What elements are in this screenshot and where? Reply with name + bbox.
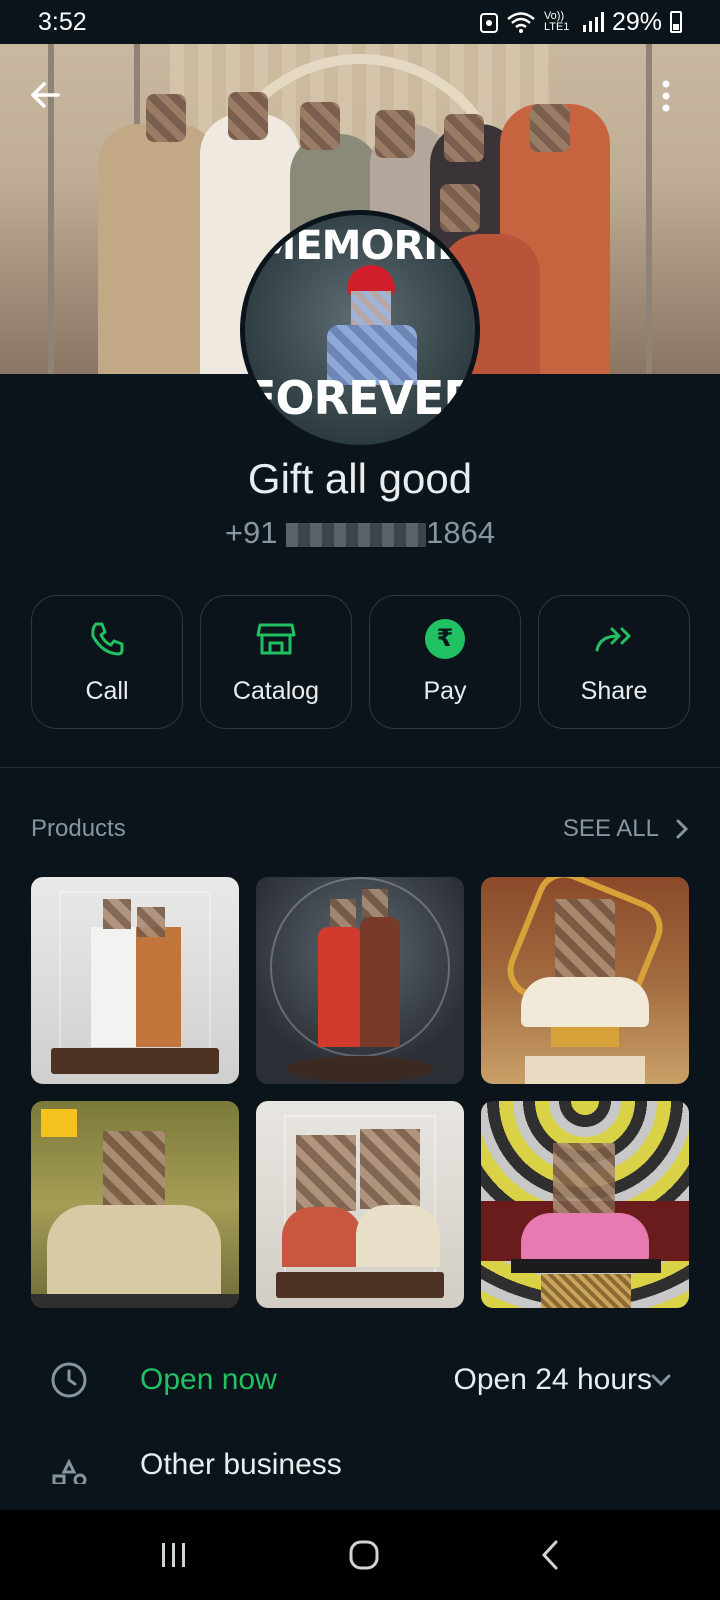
- network-label: Vo)) LTE1: [543, 10, 570, 33]
- action-buttons: Call Catalog ₹ Pay Share: [31, 595, 690, 729]
- business-hours-row[interactable]: Open now Open 24 hours: [50, 1352, 690, 1408]
- status-bar: 3:52 Vo)) LTE1 29%: [0, 0, 720, 44]
- rupee-icon: ₹: [425, 618, 465, 659]
- call-label: Call: [85, 676, 129, 705]
- phone-suffix: 1864: [426, 515, 496, 550]
- call-button[interactable]: Call: [31, 595, 183, 729]
- phone-prefix: +91: [224, 515, 278, 550]
- hours-schedule: Open 24 hours: [453, 1363, 652, 1396]
- chevron-down-icon[interactable]: [650, 1373, 672, 1387]
- products-title: Products: [31, 815, 126, 842]
- products-header: Products SEE ALL: [31, 815, 689, 843]
- share-label: Share: [580, 676, 648, 705]
- product-tile[interactable]: [31, 1101, 239, 1308]
- products-grid: [31, 877, 689, 1308]
- status-time: 3:52: [38, 7, 87, 36]
- battery-percent: 29%: [611, 7, 662, 36]
- profile-avatar[interactable]: MEMORIE FOREVER: [240, 210, 480, 450]
- product-tile[interactable]: [256, 877, 464, 1084]
- product-tile[interactable]: [481, 877, 689, 1084]
- avatar-top-text: MEMORIE: [256, 223, 465, 269]
- category-shapes-icon: [52, 1458, 87, 1484]
- business-category-row: Other business: [50, 1440, 690, 1490]
- business-name: Gift all good: [247, 455, 473, 502]
- store-icon: [256, 619, 296, 659]
- phone-number: +91 1864: [0, 515, 720, 551]
- catalog-button[interactable]: Catalog: [200, 595, 352, 729]
- back-icon[interactable]: [539, 1539, 561, 1571]
- share-arrow-icon: [594, 619, 634, 659]
- signal-icon: [582, 12, 604, 32]
- back-arrow-icon[interactable]: [28, 78, 62, 112]
- system-nav-bar: [0, 1510, 720, 1600]
- avatar-bottom-text: FOREVER: [245, 371, 478, 425]
- status-icons: Vo)) LTE1 29%: [479, 7, 682, 37]
- home-icon[interactable]: [348, 1539, 380, 1571]
- recent-apps-icon[interactable]: [159, 1541, 189, 1569]
- product-tile[interactable]: [256, 1101, 464, 1308]
- business-category: Other business: [140, 1448, 342, 1481]
- clock-icon: [51, 1362, 87, 1398]
- see-all-label: SEE ALL: [562, 815, 659, 842]
- chevron-right-icon: [676, 819, 689, 839]
- phone-icon: [88, 619, 126, 659]
- product-tile[interactable]: [481, 1101, 689, 1308]
- phone-redacted: [286, 522, 427, 547]
- more-options-icon[interactable]: [660, 80, 672, 112]
- battery-icon: [670, 11, 682, 33]
- catalog-label: Catalog: [232, 676, 320, 705]
- share-button[interactable]: Share: [538, 595, 690, 729]
- wifi-icon: [507, 12, 535, 33]
- security-icon: [479, 13, 498, 33]
- product-tile[interactable]: [31, 877, 239, 1084]
- section-divider: [0, 767, 720, 768]
- open-status: Open now: [140, 1363, 277, 1396]
- see-all-button[interactable]: SEE ALL: [563, 815, 689, 843]
- pay-button[interactable]: ₹ Pay: [369, 595, 521, 729]
- pay-label: Pay: [423, 676, 467, 705]
